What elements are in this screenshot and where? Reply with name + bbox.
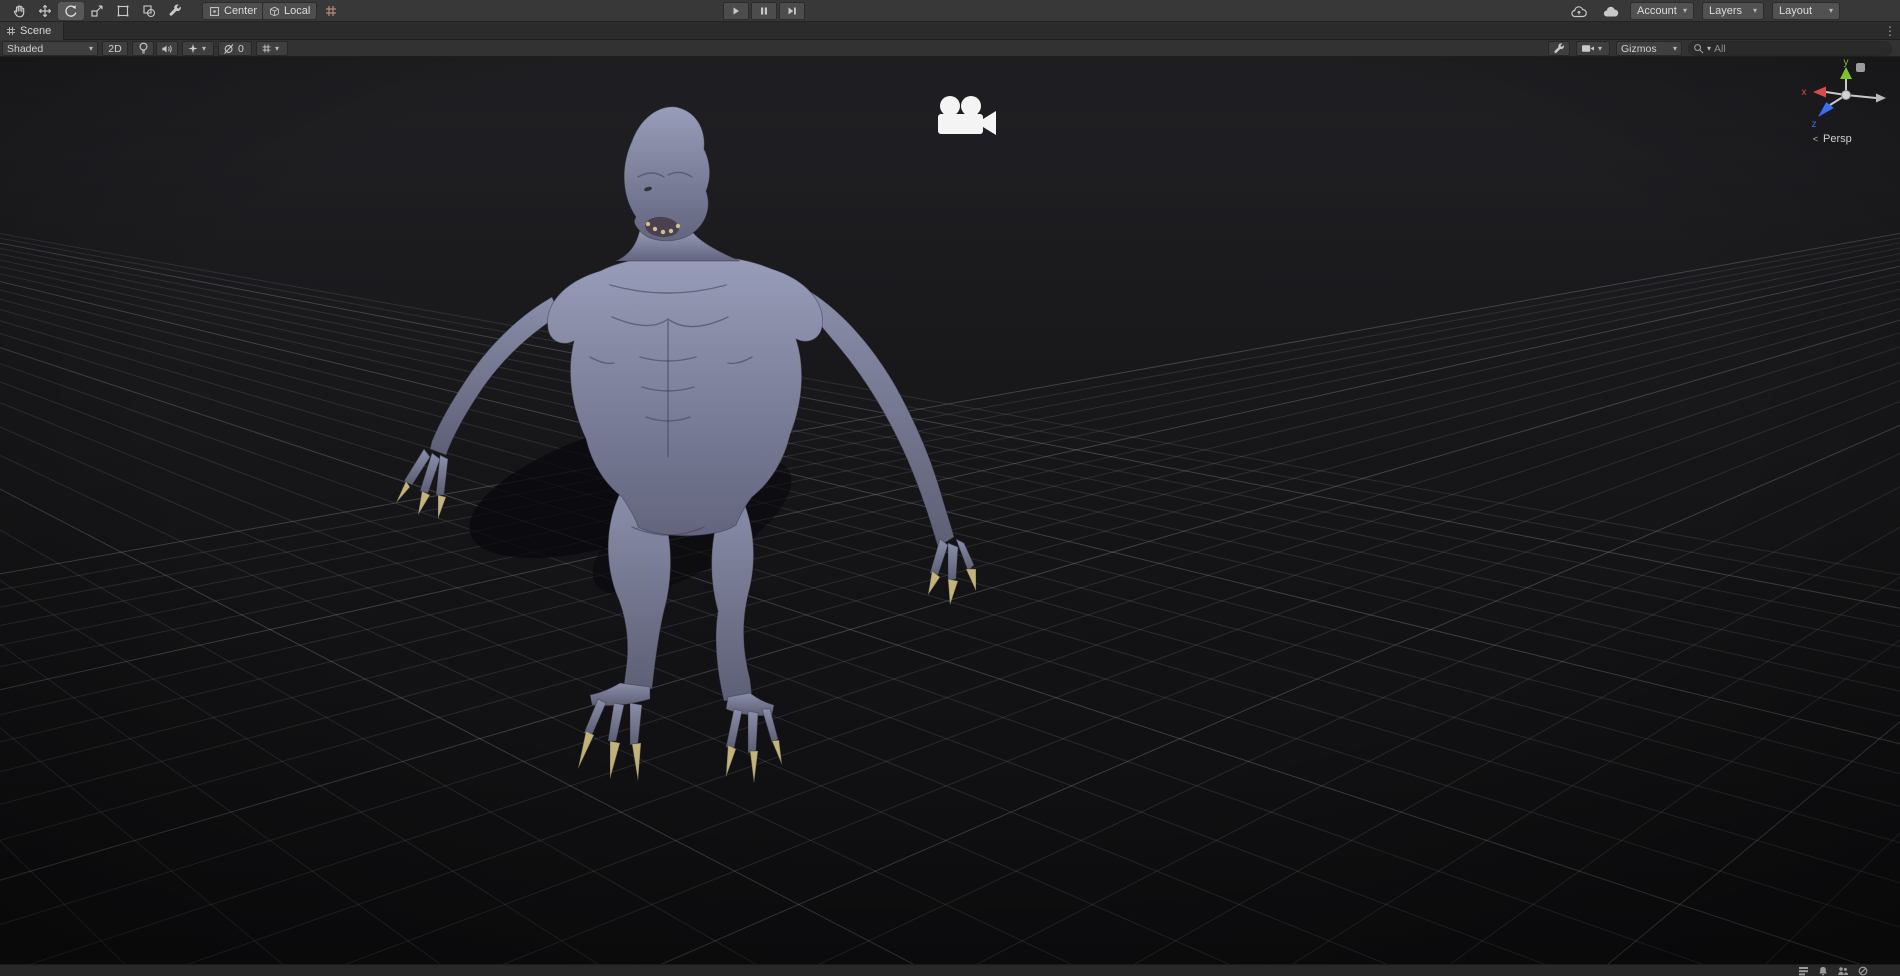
scene-visibility-button[interactable]: 0: [218, 41, 252, 56]
gizmos-label: Gizmos: [1621, 42, 1657, 55]
layout-label: Layout: [1779, 5, 1813, 17]
projection-toggle-arrow[interactable]: <: [1813, 134, 1818, 144]
account-label: Account: [1637, 5, 1677, 17]
rect-transform-icon: [117, 5, 129, 17]
scene-grid-icon: [7, 27, 15, 35]
layers-label: Layers: [1709, 5, 1743, 17]
chevron-down-icon: ▾: [202, 43, 207, 53]
draw-mode-label: Shaded: [7, 42, 44, 55]
connection-status-icon[interactable]: [1858, 966, 1868, 976]
scene-search-field[interactable]: ▾ All: [1688, 41, 1892, 56]
main-toolbar: Center Local Account ▾ Layers ▾ Layout ▾: [0, 0, 1900, 22]
orientation-mode-button[interactable]: Local: [262, 2, 318, 20]
chevron-down-icon: ▾: [1598, 43, 1603, 53]
speaker-icon: [162, 44, 172, 53]
axis-z-label: z: [1812, 119, 1817, 130]
collab-cloud-icon: [1571, 5, 1587, 17]
status-bar: [0, 964, 1900, 976]
toggle-2d-button[interactable]: 2D: [102, 41, 128, 56]
chevron-down-icon: ▾: [1672, 43, 1677, 53]
gizmos-dropdown[interactable]: Gizmos ▾: [1616, 41, 1682, 56]
search-text: All: [1714, 42, 1726, 55]
scene-tools-button[interactable]: [1548, 41, 1570, 56]
chevron-down-icon: ▾: [88, 43, 93, 53]
camera-icon: [1582, 45, 1594, 52]
axis-y-label: y: [1844, 57, 1849, 68]
scene-tab[interactable]: Scene: [0, 22, 65, 40]
play-controls: [723, 2, 805, 20]
effects-sparkle-icon: [188, 43, 198, 53]
projection-label[interactable]: Persp: [1823, 133, 1852, 145]
hand-tool-button[interactable]: [6, 2, 32, 20]
rotate-icon: [65, 5, 77, 17]
layout-dropdown[interactable]: Layout ▾: [1772, 2, 1840, 20]
search-icon: [1694, 44, 1704, 54]
gizmo-menu-icon[interactable]: [1856, 63, 1865, 72]
transform-tool-button[interactable]: [136, 2, 162, 20]
layers-dropdown[interactable]: Layers ▾: [1702, 2, 1764, 20]
scene-lighting-button[interactable]: [132, 41, 154, 56]
hand-icon: [13, 5, 25, 18]
scale-tool-button[interactable]: [84, 2, 110, 20]
wrench-icon: [169, 4, 181, 16]
pause-button[interactable]: [751, 2, 777, 20]
scene-render[interactable]: y x z < Persp: [0, 57, 1900, 964]
custom-tools-button[interactable]: [162, 2, 188, 20]
scene-view-toolbar: Shaded ▾ 2D ▾ 0 ▾ ▾ Gizmos ▾ ▾ All: [0, 40, 1900, 57]
bell-icon[interactable]: [1818, 966, 1828, 976]
pivot-mode-label: Center: [224, 5, 258, 17]
step-icon: [788, 7, 796, 15]
play-icon: [733, 7, 739, 15]
grid-snap-button[interactable]: [318, 2, 344, 20]
scene-effects-dropdown[interactable]: ▾: [182, 41, 214, 56]
scene-grid-dropdown[interactable]: ▾: [256, 41, 288, 56]
axis-x-label: x: [1802, 87, 1807, 98]
transform-icon: [143, 5, 156, 18]
collab-button[interactable]: [1566, 2, 1592, 20]
step-button[interactable]: [779, 2, 805, 20]
chevron-down-icon: ▾: [1682, 6, 1687, 15]
play-button[interactable]: [723, 2, 749, 20]
draw-mode-dropdown[interactable]: Shaded ▾: [2, 41, 98, 56]
rotate-tool-button[interactable]: [58, 2, 84, 20]
orientation-mode-label: Local: [284, 5, 311, 17]
scene-tab-label: Scene: [20, 25, 52, 37]
move-icon: [38, 4, 52, 18]
cloud-icon: [1603, 6, 1619, 17]
progress-tasks-icon[interactable]: [1798, 966, 1809, 976]
pivot-mode-button[interactable]: Center: [202, 2, 265, 20]
vignette: [0, 57, 1900, 964]
toggle-2d-label: 2D: [108, 42, 122, 55]
chevron-down-icon: ▾: [275, 43, 280, 53]
rect-tool-button[interactable]: [110, 2, 136, 20]
scene-camera-dropdown[interactable]: ▾: [1576, 41, 1610, 56]
chevron-down-icon: ▾: [1752, 6, 1757, 15]
move-tool-button[interactable]: [32, 2, 58, 20]
pause-icon: [761, 7, 767, 15]
tab-options-icon[interactable]: ⋮: [1884, 24, 1896, 38]
account-dropdown[interactable]: Account ▾: [1630, 2, 1694, 20]
local-space-icon: [270, 6, 279, 16]
scale-icon: [91, 5, 103, 17]
grid-snap-icon: [326, 6, 336, 16]
collab-status-icon[interactable]: [1837, 966, 1849, 976]
window-tab-bar: Scene ⋮: [0, 22, 1900, 40]
grid-toggle-icon: [262, 44, 271, 53]
hidden-objects-count: 0: [238, 42, 244, 55]
scene-wrench-icon: [1554, 42, 1564, 53]
scene-viewport[interactable]: y x z < Persp: [0, 57, 1900, 964]
pivot-icon: [210, 6, 219, 16]
lightbulb-icon: [139, 42, 147, 54]
chevron-down-icon: ▾: [1828, 6, 1833, 15]
axis-center-handle[interactable]: [1841, 90, 1851, 100]
cloud-button[interactable]: [1598, 2, 1624, 20]
scene-audio-button[interactable]: [156, 41, 178, 56]
search-filter-caret-icon: ▾: [1707, 43, 1712, 53]
hidden-objects-icon: [224, 43, 234, 54]
